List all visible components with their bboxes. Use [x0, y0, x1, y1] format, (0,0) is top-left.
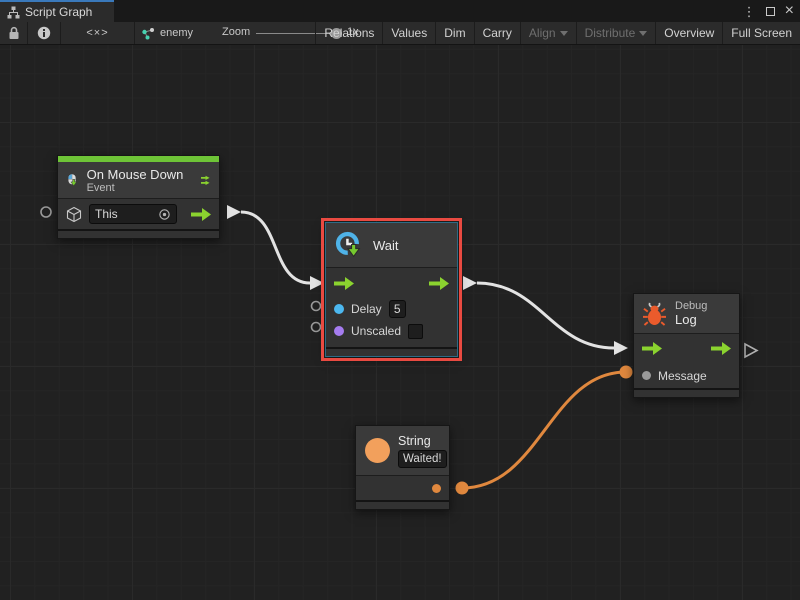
message-port-icon[interactable] [642, 371, 651, 380]
value-wire-endpoint [620, 366, 633, 379]
graph-breadcrumb[interactable]: enemy [141, 22, 193, 44]
node-string[interactable]: String Waited! [355, 425, 450, 510]
distribute-button[interactable]: Distribute [576, 22, 656, 44]
flow-in-arrow-icon[interactable] [642, 342, 662, 355]
wait-clock-icon [335, 231, 364, 260]
string-value-field[interactable]: Waited! [398, 450, 447, 468]
mouse-down-icon [67, 167, 78, 193]
carry-button[interactable]: Carry [474, 22, 520, 44]
unscaled-checkbox[interactable] [408, 324, 423, 339]
values-button[interactable]: Values [382, 22, 435, 44]
node-title: Wait [373, 238, 399, 253]
string-icon [365, 438, 390, 463]
delay-row: Delay 5 [326, 298, 457, 319]
node-footer [58, 229, 219, 238]
fullscreen-button[interactable]: Full Screen [722, 22, 800, 44]
node-debug-log[interactable]: Debug Log Message [633, 293, 740, 398]
flow-arrowhead [614, 341, 628, 355]
event-trigger-icon [201, 171, 210, 190]
chevron-down-icon [560, 31, 568, 36]
window-menu-icon[interactable]: ⋮ [743, 5, 756, 18]
graph-canvas[interactable]: On Mouse Down Event This [0, 45, 800, 600]
script-graph-window: Script Graph ⋮ × <×> [0, 0, 800, 600]
node-header: Debug Log [634, 294, 739, 334]
node-footer [326, 347, 457, 356]
flow-output-triangle [227, 205, 241, 219]
flow-output-triangle [463, 276, 477, 290]
close-icon[interactable]: × [785, 3, 794, 19]
lock-icon [8, 26, 20, 40]
node-title: On Mouse Down [87, 167, 184, 182]
object-picker-icon[interactable] [158, 208, 171, 221]
graph-icon [141, 27, 155, 40]
maximize-icon[interactable] [766, 7, 775, 16]
message-row: Message [634, 363, 739, 388]
flow-out-arrow-icon[interactable] [429, 277, 449, 290]
delay-label: Delay [351, 302, 382, 316]
zoom-label: Zoom [222, 26, 250, 38]
node-title: Log [675, 312, 707, 327]
toolbar-actions: Relations Values Dim Carry Align Distrib… [315, 22, 800, 44]
info-icon [37, 26, 51, 40]
code-preview-button[interactable]: <×> [61, 22, 135, 44]
flow-out-arrow-icon[interactable] [711, 342, 731, 355]
graph-hierarchy-icon [7, 6, 20, 19]
node-wait[interactable]: Wait Delay 5 Unscaled [325, 222, 458, 357]
connection-string-message[interactable] [462, 372, 626, 488]
graph-toolbar: <×> enemy Zoom 1x Relations Values Dim C… [0, 22, 800, 45]
graph-name: enemy [160, 27, 193, 39]
align-button[interactable]: Align [520, 22, 576, 44]
lock-button[interactable] [0, 22, 28, 44]
overview-button[interactable]: Overview [655, 22, 722, 44]
node-footer [356, 500, 449, 509]
tab-title: Script Graph [25, 5, 92, 19]
dim-button[interactable]: Dim [435, 22, 473, 44]
target-row: This [58, 199, 219, 229]
output-row [356, 476, 449, 500]
input-port-delay[interactable] [312, 302, 321, 311]
flow-arrowhead [310, 276, 324, 290]
debug-bug-icon [643, 301, 666, 326]
gameobject-cube-icon [66, 206, 82, 223]
input-port-unscaled[interactable] [312, 323, 321, 332]
unscaled-port-icon[interactable] [334, 326, 344, 336]
unscaled-row: Unscaled [326, 319, 457, 343]
chevron-down-icon [639, 31, 647, 36]
flow-out-arrow-icon[interactable] [191, 208, 211, 221]
flow-row [326, 268, 457, 298]
info-button[interactable] [28, 22, 61, 44]
input-port-gameobject[interactable] [41, 207, 51, 217]
tab-script-graph[interactable]: Script Graph [0, 0, 114, 22]
connection-mousedown-wait[interactable] [241, 212, 310, 283]
tab-bar: Script Graph ⋮ × [0, 0, 800, 22]
delay-port-icon[interactable] [334, 304, 344, 314]
node-footer [634, 388, 739, 397]
node-category: Debug [675, 300, 707, 312]
flow-row [634, 334, 739, 363]
window-controls: ⋮ × [743, 0, 794, 22]
relations-button[interactable]: Relations [315, 22, 382, 44]
node-on-mouse-down[interactable]: On Mouse Down Event This [57, 155, 220, 239]
flow-in-arrow-icon[interactable] [334, 277, 354, 290]
node-header: String Waited! [356, 426, 449, 476]
node-header: On Mouse Down Event [58, 162, 219, 199]
node-title: String [398, 434, 447, 448]
node-subtitle: Event [87, 182, 184, 194]
value-wire-endpoint [456, 482, 469, 495]
message-label: Message [658, 369, 707, 383]
output-port-flow[interactable] [745, 344, 757, 357]
unscaled-label: Unscaled [351, 324, 401, 338]
node-header: Wait [326, 223, 457, 268]
delay-value-field[interactable]: 5 [389, 300, 406, 318]
string-output-port[interactable] [432, 484, 441, 493]
connection-wait-log[interactable] [477, 283, 614, 348]
target-object-field[interactable]: This [89, 204, 177, 224]
